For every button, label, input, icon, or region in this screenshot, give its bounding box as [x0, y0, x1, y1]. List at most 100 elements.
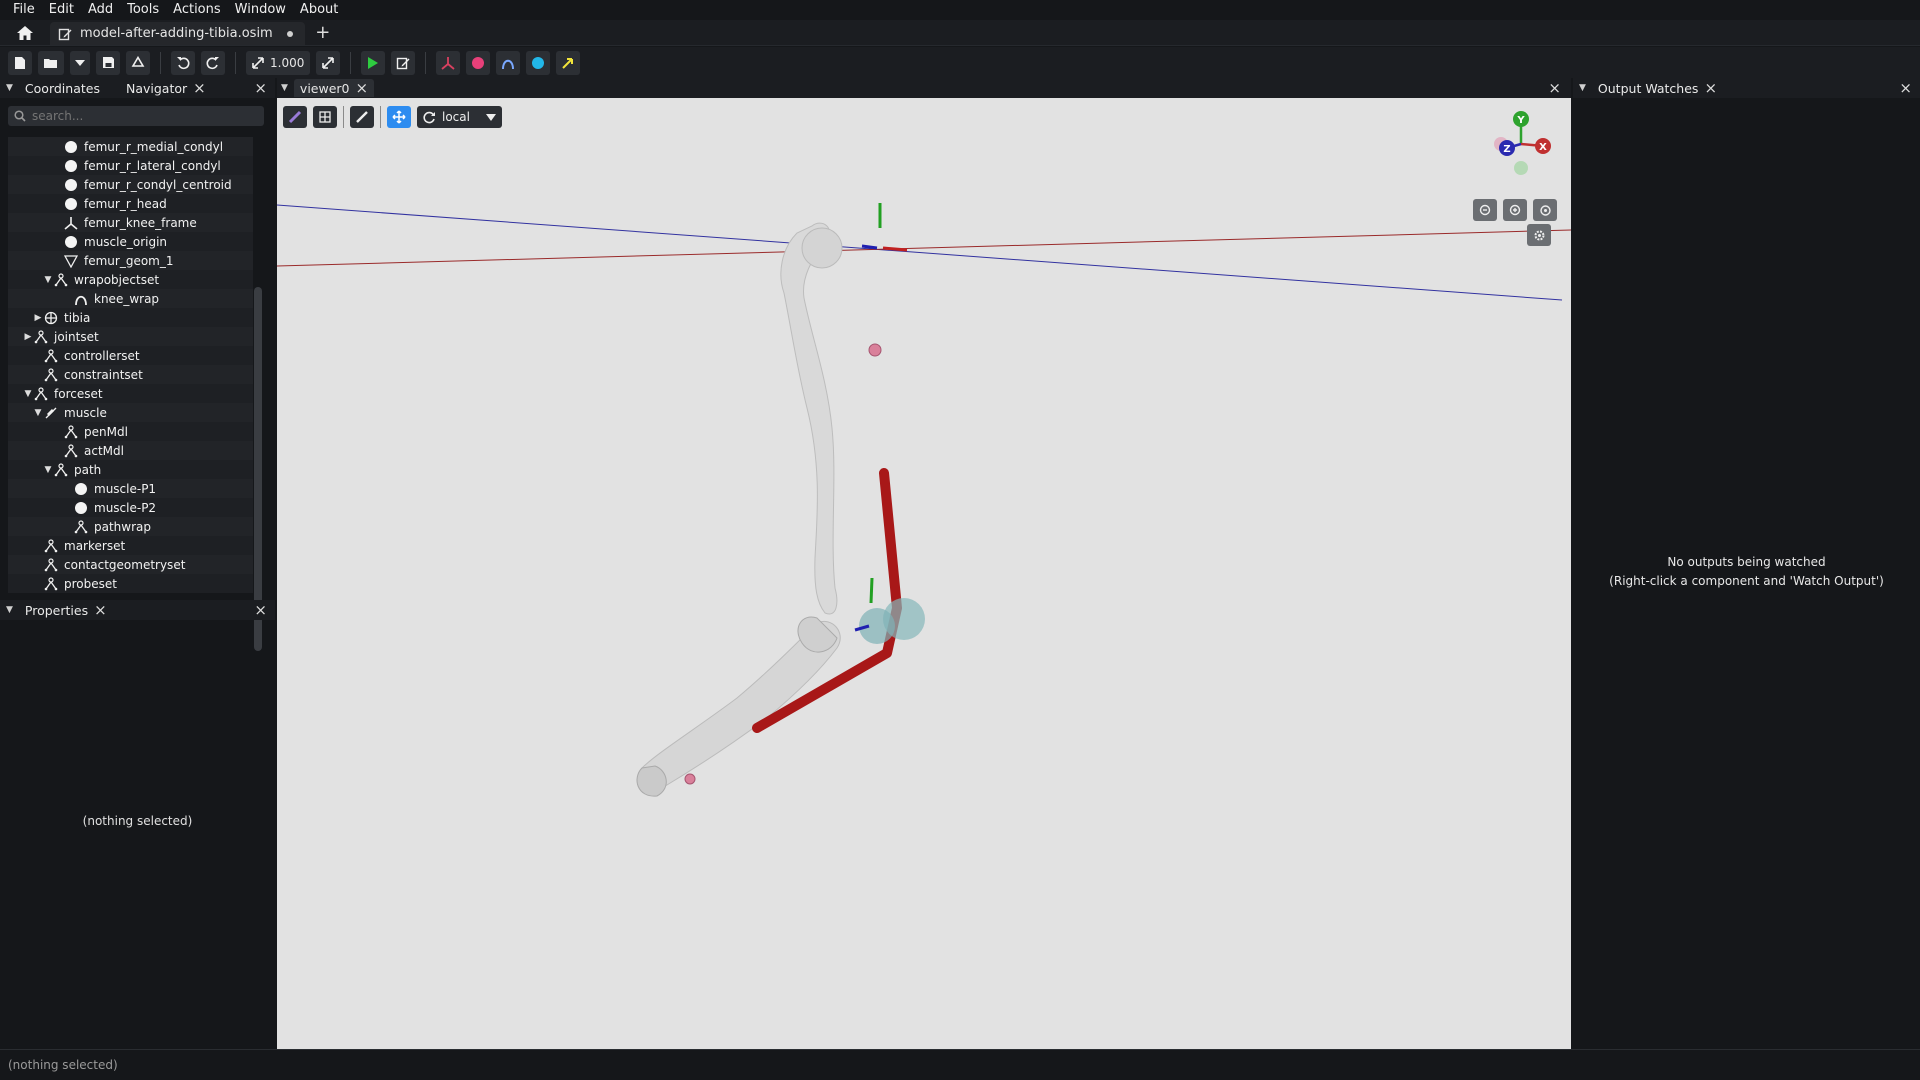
- reload-button[interactable]: [126, 50, 150, 75]
- tree-row-constraintset[interactable]: constraintset: [8, 365, 253, 384]
- close-viewer-panel-icon[interactable]: ×: [1548, 80, 1561, 96]
- collapsed-arrow-icon[interactable]: ▶: [22, 332, 34, 342]
- home-tab[interactable]: [0, 20, 50, 45]
- new-file-button[interactable]: [8, 50, 32, 75]
- simulate-button[interactable]: [361, 50, 386, 75]
- gizmo-x-label: X: [1539, 142, 1547, 153]
- open-file-button[interactable]: [38, 50, 64, 75]
- panel-menu-icon[interactable]: ▼: [281, 83, 288, 93]
- tree-row-muscle-p1[interactable]: muscle-P1: [8, 479, 253, 498]
- document-tab[interactable]: model-after-adding-tibia.osim: [50, 22, 305, 45]
- tree-row-tibia[interactable]: ▶ tibia: [8, 308, 253, 327]
- expand-icon: [322, 56, 335, 69]
- tree-row-femur-geom-1[interactable]: femur_geom_1: [8, 251, 253, 270]
- edit-simulation-params-button[interactable]: [391, 50, 416, 75]
- navigator-search-input[interactable]: [32, 109, 252, 123]
- tree-row-muscle-p2[interactable]: muscle-P2: [8, 498, 253, 517]
- tree-row-contactgeometryset[interactable]: contactgeometryset: [8, 555, 253, 574]
- scene-options-button[interactable]: [313, 106, 337, 128]
- tree-row-femur-r-condyl-centroid[interactable]: femur_r_condyl_centroid: [8, 175, 253, 194]
- menu-actions[interactable]: Actions: [166, 0, 228, 20]
- zoom-in-button[interactable]: [1503, 199, 1527, 221]
- tab-output-watches[interactable]: Output Watches ×: [1592, 80, 1723, 96]
- panel-menu-icon[interactable]: ▼: [6, 83, 13, 93]
- autoscale-button[interactable]: [316, 50, 341, 75]
- new-file-icon: [15, 56, 25, 69]
- scene-scale-control[interactable]: 1.000: [246, 50, 311, 75]
- toggle-frames-button[interactable]: [436, 50, 461, 75]
- tree-row-pathwrap[interactable]: pathwrap: [8, 517, 253, 536]
- navigator-search[interactable]: [8, 106, 264, 126]
- 3d-viewport[interactable]: local Y X Z: [277, 98, 1571, 1049]
- component-set-icon: [44, 348, 58, 363]
- tree-row-knee-wrap[interactable]: knee_wrap: [8, 289, 253, 308]
- redo-button[interactable]: [201, 50, 225, 75]
- close-properties-panel-icon[interactable]: ×: [254, 602, 267, 618]
- toggle-markers-button[interactable]: [466, 50, 491, 75]
- tree-row-femur-r-lateral-condyl[interactable]: femur_r_lateral_condyl: [8, 156, 253, 175]
- tree-row-muscle-origin[interactable]: muscle_origin: [8, 232, 253, 251]
- undo-icon: [177, 56, 190, 69]
- undo-button[interactable]: [171, 50, 195, 75]
- zoom-out-button[interactable]: [1473, 199, 1497, 221]
- measure-button[interactable]: [350, 106, 374, 128]
- tab-viewer0[interactable]: viewer0 ×: [293, 79, 375, 97]
- close-output-watches-panel-icon[interactable]: ×: [1899, 80, 1912, 96]
- open-recent-dropdown[interactable]: [70, 50, 90, 75]
- save-button[interactable]: [96, 50, 120, 75]
- toggle-forces-button[interactable]: [556, 50, 581, 75]
- panel-menu-icon[interactable]: ▼: [6, 605, 13, 615]
- tree-row-label: probeset: [64, 576, 117, 591]
- toggle-wrap-geometry-button[interactable]: [496, 50, 521, 75]
- menu-edit[interactable]: Edit: [42, 0, 81, 20]
- new-tab-button[interactable]: +: [305, 20, 341, 45]
- tree-row-penmdl[interactable]: penMdl: [8, 422, 253, 441]
- tree-row-femur-r-medial-condyl[interactable]: femur_r_medial_condyl: [8, 137, 253, 156]
- tab-navigator[interactable]: Navigator ×: [120, 80, 212, 96]
- autofocus-button[interactable]: [1533, 199, 1557, 221]
- expanded-arrow-icon[interactable]: ▼: [42, 465, 54, 475]
- tree-row-markerset[interactable]: markerset: [8, 536, 253, 555]
- expanded-arrow-icon[interactable]: ▼: [22, 389, 34, 399]
- tree-row-wrapobjectset[interactable]: ▼ wrapobjectset: [8, 270, 253, 289]
- menu-add[interactable]: Add: [81, 0, 120, 20]
- axes-orientation-gizmo[interactable]: Y X Z: [1487, 108, 1557, 188]
- tree-row-probeset[interactable]: probeset: [8, 574, 253, 593]
- menu-window[interactable]: Window: [228, 0, 293, 20]
- viewport-toolbar-divider: [343, 106, 344, 128]
- ruler-button[interactable]: [283, 106, 307, 128]
- tree-row-femur-r-head[interactable]: femur_r_head: [8, 194, 253, 213]
- body-icon: [44, 311, 58, 325]
- tree-row-muscle[interactable]: ▼ muscle: [8, 403, 253, 422]
- tab-properties[interactable]: Properties ×: [19, 602, 113, 618]
- tree-scrollbar[interactable]: [254, 287, 262, 651]
- translate-gizmo-button[interactable]: [387, 106, 411, 128]
- tree-row-forceset[interactable]: ▼ forceset: [8, 384, 253, 403]
- recycle-icon: [131, 55, 145, 67]
- collapsed-arrow-icon[interactable]: ▶: [32, 313, 44, 323]
- close-properties-tab-icon[interactable]: ×: [94, 602, 107, 618]
- menu-about[interactable]: About: [293, 0, 345, 20]
- panel-menu-icon[interactable]: ▼: [1579, 83, 1586, 93]
- tree-row-path[interactable]: ▼ path: [8, 460, 253, 479]
- expanded-arrow-icon[interactable]: ▼: [42, 275, 54, 285]
- toggle-contact-geometry-button[interactable]: [526, 50, 551, 75]
- tree-row-jointset[interactable]: ▶ jointset: [8, 327, 253, 346]
- gizmo-frame-value: local: [442, 110, 470, 124]
- menu-file[interactable]: File: [6, 0, 42, 20]
- camera-settings-button[interactable]: [1527, 224, 1551, 246]
- close-navigator-panel-icon[interactable]: ×: [254, 80, 267, 96]
- tree-row-controllerset[interactable]: controllerset: [8, 346, 253, 365]
- tree-row-actmdl[interactable]: actMdl: [8, 441, 253, 460]
- menu-tools[interactable]: Tools: [120, 0, 166, 20]
- tab-coordinates[interactable]: Coordinates: [19, 81, 106, 96]
- tree-row-femur-knee-frame[interactable]: femur_knee_frame: [8, 213, 253, 232]
- gizmo-frame-select[interactable]: local: [417, 106, 502, 128]
- force-arrow-icon: [562, 57, 574, 69]
- close-output-watches-tab-icon[interactable]: ×: [1704, 80, 1717, 96]
- close-navigator-tab-icon[interactable]: ×: [193, 80, 206, 96]
- marker-muscle-origin: [868, 343, 882, 357]
- component-set-icon: [54, 272, 68, 287]
- close-viewer-tab-icon[interactable]: ×: [356, 80, 369, 96]
- expanded-arrow-icon[interactable]: ▼: [32, 408, 44, 418]
